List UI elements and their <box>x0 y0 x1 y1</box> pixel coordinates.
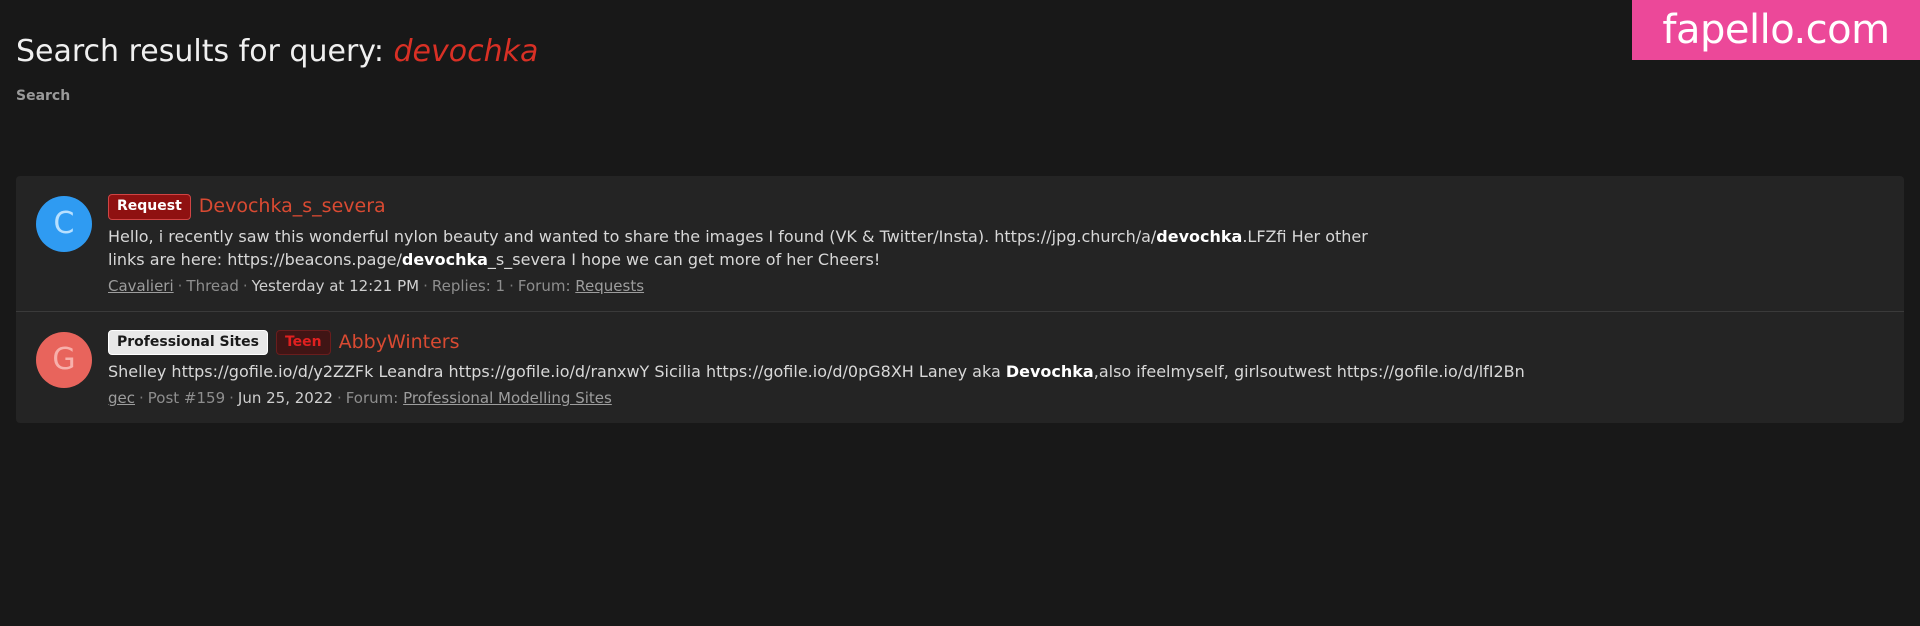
meta-forum-link[interactable]: Professional Modelling Sites <box>403 389 612 407</box>
avatar-letter: G <box>52 341 76 377</box>
meta-separator: · <box>229 389 234 408</box>
result-title-link[interactable]: AbbyWinters <box>339 332 460 352</box>
meta-separator: · <box>423 277 428 296</box>
meta-author-link[interactable]: Cavalieri <box>108 277 174 295</box>
result-snippet: Hello, i recently saw this wonderful nyl… <box>108 225 1388 271</box>
search-result-row[interactable]: G Professional Sites Teen AbbyWinters Shelle… <box>16 310 1904 423</box>
highlighted-term: Devochka <box>1005 362 1094 382</box>
prefix-badge-request[interactable]: Request <box>108 194 191 220</box>
result-header: Request Devochka_s_severa <box>108 194 1884 220</box>
meta-type: Post #159 <box>147 389 226 408</box>
search-result-row[interactable]: C Request Devochka_s_severa Hello, i recent… <box>16 176 1904 311</box>
result-snippet: Shelley https://gofile.io/d/y2ZZFk Leand… <box>108 360 1884 383</box>
result-body: Professional Sites Teen AbbyWinters Shelley… <box>108 329 1884 409</box>
site-watermark: fapello.com <box>1632 0 1920 60</box>
meta-separator: · <box>139 389 144 408</box>
avatar[interactable]: C <box>36 196 92 252</box>
result-header: Professional Sites Teen AbbyWinters <box>108 329 1884 356</box>
meta-forum-label: Forum: <box>345 389 399 408</box>
meta-type: Thread <box>186 277 239 296</box>
avatar-letter: C <box>53 206 75 241</box>
snippet-text: Hello, i recently saw this wonderful nyl… <box>108 226 1157 246</box>
result-meta: gec · Post #159 · Jun 25, 2022 · Forum: Profes… <box>108 389 1884 409</box>
highlighted-term: devochka <box>1156 226 1243 246</box>
meta-replies: Replies: 1 <box>431 277 506 296</box>
watermark-text: fapello.com <box>1662 7 1890 53</box>
highlighted-term: devochka <box>401 249 488 269</box>
meta-date: Jun 25, 2022 <box>237 389 333 408</box>
page-title-query: devochka <box>393 34 539 70</box>
meta-author-link[interactable]: gec <box>108 389 135 407</box>
snippet-text: ,also ifeelmyself, girlsoutwest https://… <box>1093 362 1525 382</box>
meta-separator: · <box>177 277 183 296</box>
result-meta: Cavalieri · Thread · Yesterday at 12:21 PM · R… <box>108 277 1884 297</box>
meta-forum-link[interactable]: Requests <box>575 277 644 295</box>
page-title: Search results for query: devochka <box>16 34 538 70</box>
prefix-badge-prof[interactable]: Professional Sites <box>108 329 268 356</box>
snippet-text: Shelley https://gofile.io/d/y2ZZFk Leand… <box>108 362 1006 382</box>
result-title-link[interactable]: Devochka_s_severa <box>199 197 386 216</box>
meta-separator: · <box>509 277 514 296</box>
avatar[interactable]: G <box>36 331 92 388</box>
breadcrumb: Search <box>16 88 70 104</box>
result-body: Request Devochka_s_severa Hello, i recentl… <box>108 194 1884 297</box>
page-title-prefix: Search results for query: <box>16 34 384 70</box>
meta-date: Yesterday at 12:21 PM <box>251 277 420 296</box>
meta-separator: · <box>336 389 342 408</box>
search-results-list: C Request Devochka_s_severa Hello, i recent… <box>16 176 1904 423</box>
prefix-badge-teen[interactable]: Teen <box>275 329 331 356</box>
snippet-text: _s_severa I hope we can get more of her … <box>487 249 881 269</box>
meta-separator: · <box>242 277 248 296</box>
meta-forum-label: Forum: <box>517 277 571 296</box>
breadcrumb-item-search[interactable]: Search <box>16 88 70 104</box>
